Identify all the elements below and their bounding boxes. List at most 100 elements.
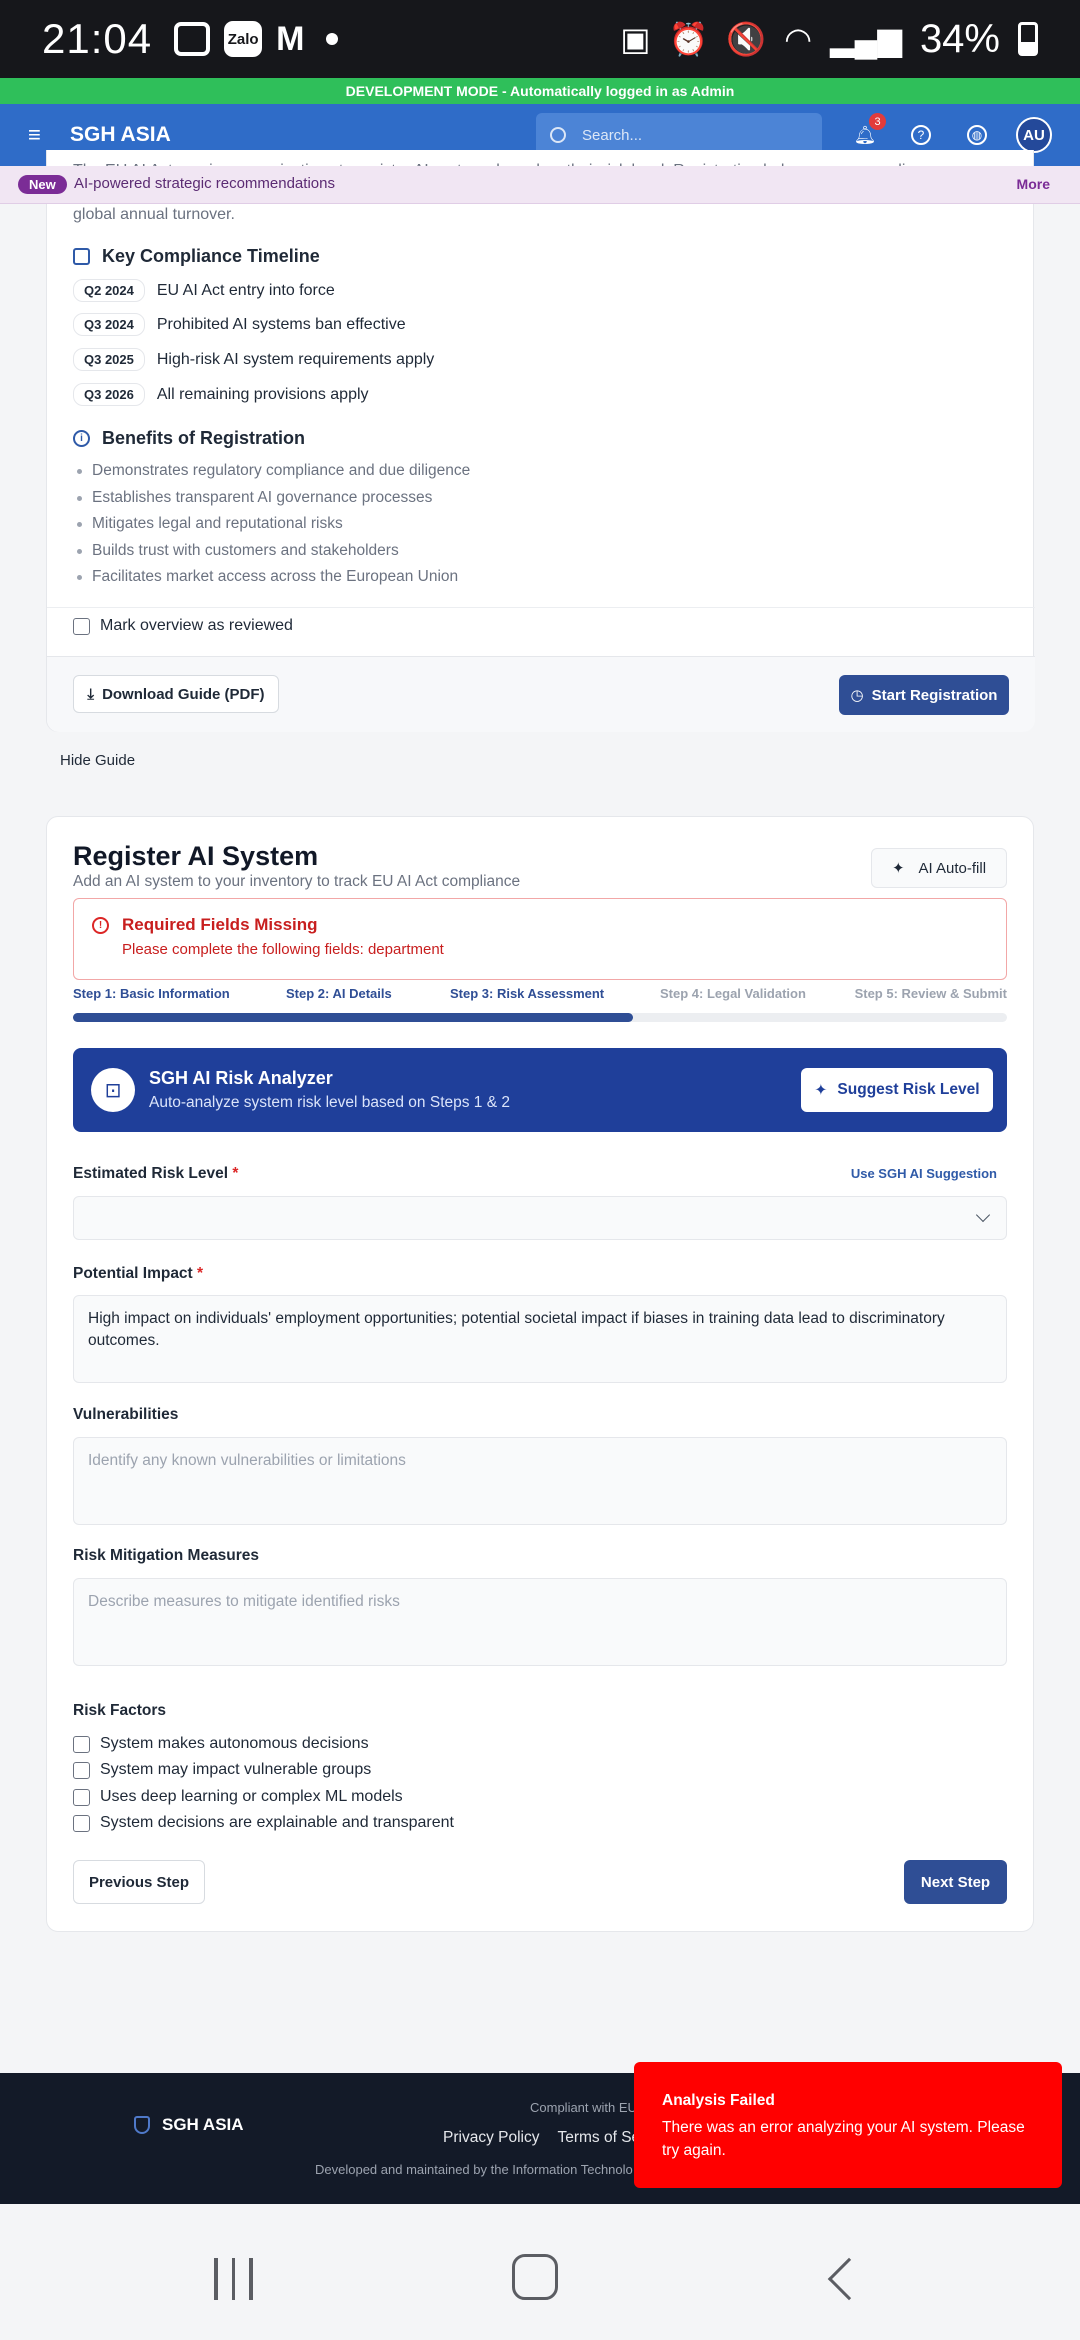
- download-icon: ⤓: [87, 685, 95, 703]
- mark-reviewed-checkbox[interactable]: Mark overview as reviewed: [73, 617, 293, 635]
- signal-icon: ▂▄▆: [830, 21, 902, 57]
- outlook-icon: [174, 22, 211, 56]
- risk-factor-checkbox[interactable]: Uses deep learning or complex ML models: [73, 1788, 403, 1806]
- sparkles-icon: ✦: [891, 860, 905, 877]
- timeline-heading: Key Compliance Timeline: [73, 246, 320, 267]
- checkbox[interactable]: [73, 1814, 90, 1832]
- vulnerabilities-label: Vulnerabilities: [73, 1406, 179, 1423]
- sparkles-icon: ✦: [814, 1081, 828, 1099]
- globe-icon[interactable]: ◍: [964, 122, 990, 148]
- home-icon[interactable]: [512, 2254, 558, 2300]
- error-toast[interactable]: Analysis Failed There was an error analy…: [634, 2062, 1062, 2188]
- next-step-button[interactable]: Next Step: [904, 1860, 1007, 1904]
- timeline-item: Q3 2026 All remaining provisions apply: [73, 383, 369, 406]
- previous-step-button[interactable]: Previous Step: [73, 1860, 205, 1904]
- search-icon: [550, 127, 566, 143]
- terms-link[interactable]: Terms of Se: [557, 2129, 640, 2147]
- toast-title: Analysis Failed: [662, 2092, 775, 2109]
- step-1[interactable]: Step 1: Basic Information: [73, 986, 230, 1001]
- benefit-item: Builds trust with customers and stakehol…: [73, 542, 399, 560]
- step-2[interactable]: Step 2: AI Details: [286, 986, 392, 1001]
- risk-factors-label: Risk Factors: [73, 1702, 167, 1719]
- risk-analyzer-panel: ⊡ SGH AI Risk Analyzer Auto-analyze syst…: [73, 1048, 1007, 1132]
- hide-guide-button[interactable]: Hide Guide: [60, 752, 135, 769]
- status-bar: 21:04 Zalo M ▣ ⏰ 🔇 ◠ ▂▄▆ 34%: [0, 0, 1080, 78]
- timeline-item: Q3 2024 Prohibited AI systems ban effecti…: [73, 313, 406, 336]
- page-title: Register AI System: [73, 841, 319, 871]
- checkbox[interactable]: [73, 1761, 90, 1779]
- brand-name[interactable]: SGH ASIA: [70, 123, 171, 147]
- risk-factor-checkbox[interactable]: System decisions are explainable and tra…: [73, 1814, 454, 1832]
- menu-icon[interactable]: ≡: [28, 122, 56, 148]
- bell-icon[interactable]: 🔔︎ 3: [852, 113, 886, 148]
- gmail-icon: M: [276, 19, 305, 58]
- checkbox[interactable]: [73, 1788, 90, 1806]
- alert-description: Please complete the following fields: de…: [122, 941, 444, 958]
- download-guide-button[interactable]: ⤓ Download Guide (PDF): [73, 675, 279, 713]
- chevron-down-icon: [975, 1207, 991, 1223]
- avatar[interactable]: AU: [1016, 117, 1052, 153]
- progress-fill: [73, 1013, 634, 1022]
- step-5[interactable]: Step 5: Review & Submit: [855, 986, 1007, 1001]
- checkbox[interactable]: [73, 617, 90, 635]
- benefit-item: Establishes transparent AI governance pr…: [73, 489, 432, 507]
- notification-badge: 3: [869, 113, 886, 130]
- required-fields-alert: ! Required Fields Missing Please complet…: [73, 898, 1007, 980]
- mute-icon: 🔇: [726, 21, 767, 57]
- developed-by-text: Developed and maintained by the Informat…: [315, 2162, 633, 2177]
- calendar-icon: [73, 248, 90, 265]
- alarm-icon: ⏰: [668, 21, 709, 57]
- recent-apps-icon[interactable]: [214, 2258, 253, 2300]
- potential-impact-label: Potential Impact *: [73, 1265, 204, 1282]
- registration-guide-card: The EU AI Act requires organizations to …: [46, 150, 1035, 732]
- compliance-text: Compliant with EU: [530, 2100, 637, 2115]
- clock-icon: ◷: [850, 687, 864, 704]
- progress-bar: [73, 1013, 1007, 1022]
- system-nav-bar: [0, 2204, 1080, 2340]
- search-placeholder: Search...: [582, 126, 643, 144]
- analyzer-description: Auto-analyze system risk level based on …: [149, 1094, 510, 1111]
- dev-mode-banner: DEVELOPMENT MODE - Automatically logged …: [0, 78, 1080, 104]
- mitigation-label: Risk Mitigation Measures: [73, 1547, 260, 1564]
- promo-more-link[interactable]: More: [1017, 176, 1050, 192]
- ai-autofill-button[interactable]: ✦ AI Auto-fill: [871, 848, 1007, 888]
- timeline-item: Q2 2024 EU AI Act entry into force: [73, 279, 335, 302]
- step-4[interactable]: Step 4: Legal Validation: [660, 986, 806, 1001]
- promo-text: AI-powered strategic recommendations: [74, 175, 335, 192]
- wifi-icon: ◠: [784, 21, 813, 57]
- promo-banner[interactable]: New AI-powered strategic recommendations…: [0, 166, 1080, 204]
- zalo-icon: Zalo: [224, 21, 263, 57]
- timeline-item: Q3 2025 High-risk AI system requirements …: [73, 348, 434, 371]
- alert-icon: !: [92, 917, 109, 934]
- step-3[interactable]: Step 3: Risk Assessment: [450, 986, 604, 1001]
- potential-impact-field[interactable]: High impact on individuals' employment o…: [73, 1295, 1007, 1383]
- vulnerabilities-field[interactable]: Identify any known vulnerabilities or li…: [73, 1437, 1007, 1525]
- back-icon[interactable]: [827, 2257, 871, 2301]
- risk-factor-checkbox[interactable]: System makes autonomous decisions: [73, 1735, 369, 1753]
- alert-title: Required Fields Missing: [122, 915, 318, 934]
- stepper: Step 1: Basic Information Step 2: AI Det…: [73, 986, 1007, 1006]
- battery-icon: [1018, 22, 1038, 56]
- battery-saver-icon: ▣: [620, 21, 651, 57]
- benefit-item: Demonstrates regulatory compliance and d…: [73, 462, 470, 480]
- info-icon: i: [73, 430, 90, 447]
- footer-logo: SGH ASIA: [134, 2115, 244, 2135]
- start-registration-button[interactable]: ◷ Start Registration: [839, 675, 1009, 715]
- use-ai-suggestion-link[interactable]: Use SGH AI Suggestion: [851, 1166, 997, 1181]
- help-icon[interactable]: ?: [908, 122, 934, 148]
- analyzer-title: SGH AI Risk Analyzer: [149, 1068, 333, 1088]
- new-badge: New: [18, 175, 67, 194]
- checkbox[interactable]: [73, 1735, 90, 1753]
- robot-icon: ⊡: [91, 1068, 135, 1112]
- page-subtitle: Add an AI system to your inventory to tr…: [73, 873, 521, 890]
- benefit-item: Mitigates legal and reputational risks: [73, 515, 343, 533]
- guide-footer: ⤓ Download Guide (PDF) ◷ Start Registrat…: [47, 656, 1035, 732]
- risk-factor-checkbox[interactable]: System may impact vulnerable groups: [73, 1761, 371, 1779]
- risk-level-select[interactable]: [73, 1196, 1007, 1240]
- suggest-risk-level-button[interactable]: ✦ Suggest Risk Level: [801, 1068, 993, 1112]
- benefit-item: Facilitates market access across the Eur…: [73, 568, 458, 586]
- mitigation-field[interactable]: Describe measures to mitigate identified…: [73, 1578, 1007, 1666]
- register-ai-system-card: Register AI System Add an AI system to y…: [46, 816, 1034, 1932]
- privacy-policy-link[interactable]: Privacy Policy: [443, 2129, 539, 2147]
- divider: [47, 607, 1035, 608]
